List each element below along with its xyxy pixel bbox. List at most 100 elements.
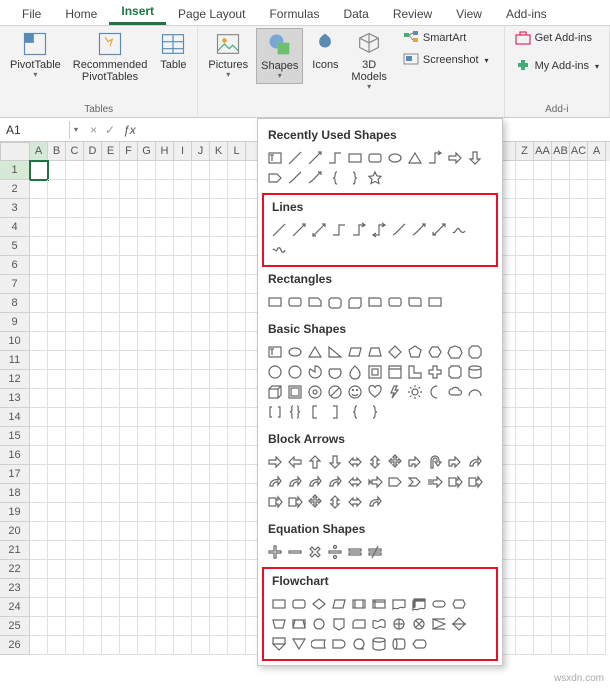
cell[interactable]: [174, 560, 192, 579]
column-header[interactable]: D: [84, 142, 102, 161]
cell[interactable]: [120, 446, 138, 465]
cell[interactable]: [30, 636, 48, 655]
cell[interactable]: [228, 180, 246, 199]
row-header[interactable]: 3: [0, 199, 30, 218]
cell[interactable]: [30, 408, 48, 427]
cancel-icon[interactable]: ×: [90, 123, 97, 137]
shape-frame[interactable]: [366, 363, 384, 381]
cell[interactable]: [552, 484, 570, 503]
cell[interactable]: [120, 389, 138, 408]
cell[interactable]: [84, 199, 102, 218]
cell[interactable]: [156, 180, 174, 199]
cell[interactable]: [156, 560, 174, 579]
cell[interactable]: [588, 237, 606, 256]
cell[interactable]: [138, 237, 156, 256]
cell[interactable]: [534, 275, 552, 294]
cell[interactable]: [138, 503, 156, 522]
cell[interactable]: [192, 370, 210, 389]
cell[interactable]: [156, 351, 174, 370]
cell[interactable]: [174, 275, 192, 294]
cell[interactable]: [66, 218, 84, 237]
shape-oval[interactable]: [386, 149, 404, 167]
shape-arrLR[interactable]: [346, 473, 364, 491]
cell[interactable]: [102, 218, 120, 237]
cell[interactable]: [570, 522, 588, 541]
shape-roundd[interactable]: [406, 293, 424, 311]
cell[interactable]: [210, 313, 228, 332]
shape-elbowarr[interactable]: [350, 221, 368, 239]
cell[interactable]: [516, 256, 534, 275]
cell[interactable]: [570, 370, 588, 389]
cell[interactable]: [192, 256, 210, 275]
tab-page-layout[interactable]: Page Layout: [166, 3, 257, 25]
shape-fdata[interactable]: [330, 595, 348, 613]
cell[interactable]: [66, 275, 84, 294]
cell[interactable]: [174, 351, 192, 370]
cell[interactable]: [210, 465, 228, 484]
cell[interactable]: [552, 313, 570, 332]
cell[interactable]: [192, 636, 210, 655]
cell[interactable]: [120, 218, 138, 237]
cell[interactable]: [534, 313, 552, 332]
cell[interactable]: [48, 636, 66, 655]
cell[interactable]: [192, 351, 210, 370]
cell[interactable]: [30, 598, 48, 617]
cell[interactable]: [48, 161, 66, 180]
tab-insert[interactable]: Insert: [109, 0, 166, 25]
cell[interactable]: [120, 465, 138, 484]
cell[interactable]: [516, 465, 534, 484]
cell[interactable]: [102, 389, 120, 408]
shape-fconn[interactable]: [310, 615, 328, 633]
shape-curve[interactable]: [390, 221, 408, 239]
cell[interactable]: [534, 484, 552, 503]
cell[interactable]: [30, 465, 48, 484]
cell[interactable]: [102, 294, 120, 313]
cell[interactable]: [138, 199, 156, 218]
column-header[interactable]: C: [66, 142, 84, 161]
row-header[interactable]: 23: [0, 579, 30, 598]
shape-bolt[interactable]: [386, 383, 404, 401]
cell[interactable]: [30, 370, 48, 389]
cell[interactable]: [156, 484, 174, 503]
cell[interactable]: [210, 180, 228, 199]
shape-scrib[interactable]: [270, 241, 288, 259]
3d-models-button[interactable]: 3D Models▾: [347, 28, 390, 94]
cell[interactable]: [174, 408, 192, 427]
cell[interactable]: [84, 237, 102, 256]
cell[interactable]: [66, 636, 84, 655]
cell[interactable]: [138, 332, 156, 351]
cell[interactable]: [174, 636, 192, 655]
cell[interactable]: [534, 579, 552, 598]
cell[interactable]: [588, 199, 606, 218]
cell[interactable]: [48, 199, 66, 218]
cell[interactable]: [84, 351, 102, 370]
shape-arrCall[interactable]: [446, 473, 464, 491]
cell[interactable]: [192, 275, 210, 294]
get-addins-button[interactable]: Get Add-ins: [511, 28, 603, 48]
cell[interactable]: [156, 579, 174, 598]
cell[interactable]: [516, 275, 534, 294]
cell[interactable]: [192, 560, 210, 579]
row-header[interactable]: 19: [0, 503, 30, 522]
shape-linearr[interactable]: [290, 221, 308, 239]
cell[interactable]: [534, 522, 552, 541]
cell[interactable]: [192, 465, 210, 484]
cell[interactable]: [210, 199, 228, 218]
cell[interactable]: [138, 370, 156, 389]
cell[interactable]: [156, 522, 174, 541]
tab-review[interactable]: Review: [381, 3, 444, 25]
cell[interactable]: [228, 313, 246, 332]
cell[interactable]: [516, 617, 534, 636]
cell[interactable]: [210, 389, 228, 408]
cell[interactable]: [48, 294, 66, 313]
cell[interactable]: [66, 503, 84, 522]
shape-fdisk[interactable]: [390, 635, 408, 653]
cell[interactable]: [102, 598, 120, 617]
cell[interactable]: [210, 503, 228, 522]
cell[interactable]: [120, 256, 138, 275]
cell[interactable]: [174, 313, 192, 332]
cell[interactable]: [66, 351, 84, 370]
cell[interactable]: [102, 522, 120, 541]
enter-icon[interactable]: ✓: [105, 123, 115, 137]
shape-rrect[interactable]: [366, 149, 384, 167]
